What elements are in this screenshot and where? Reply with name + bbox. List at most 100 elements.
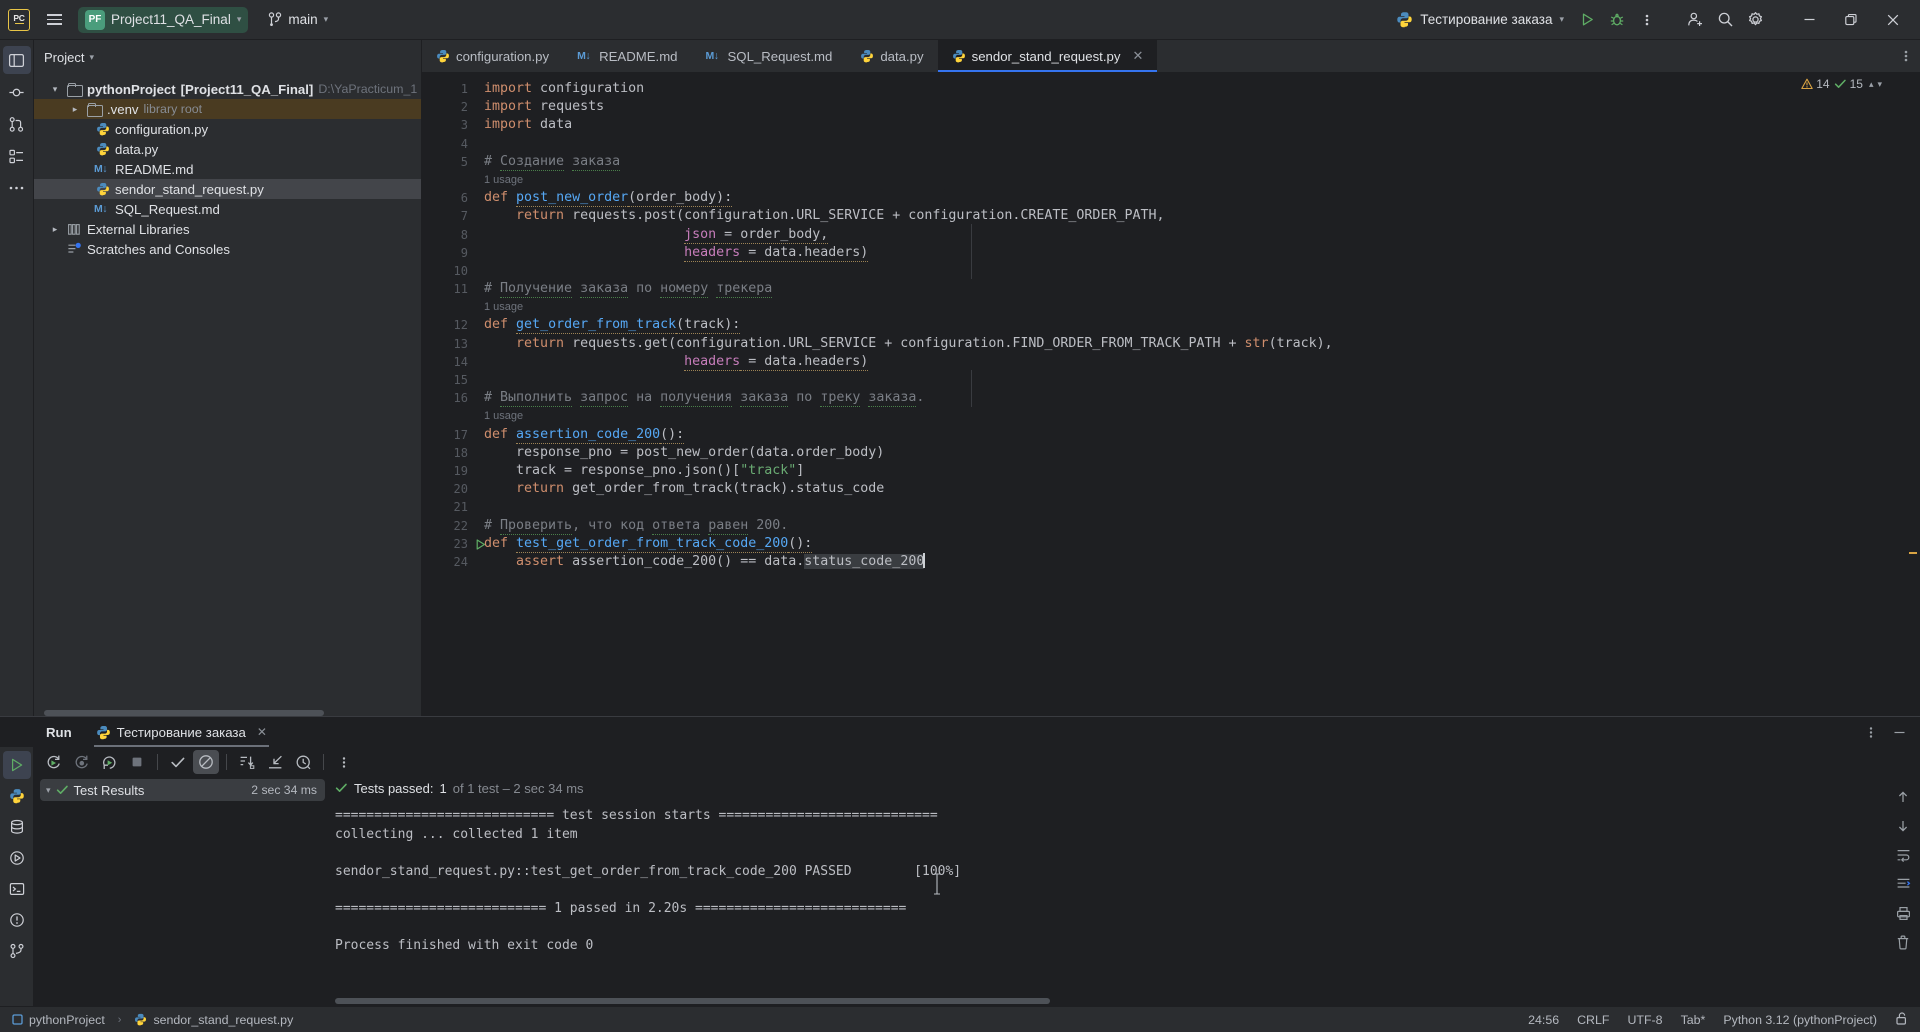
python-interpreter[interactable]: Python 3.12 (pythonProject) <box>1723 1013 1877 1027</box>
editor-tab-sendor-stand-request-py[interactable]: sendor_stand_request.py ✕ <box>937 40 1158 72</box>
git-branch-selector[interactable]: main ▾ <box>260 9 336 30</box>
toggle-auto-test-icon[interactable] <box>96 750 122 774</box>
line-separator[interactable]: CRLF <box>1577 1013 1609 1027</box>
chevron-down-icon[interactable]: ▾ <box>1877 79 1882 90</box>
debug-icon[interactable] <box>1602 5 1632 35</box>
print-icon[interactable] <box>1892 903 1914 923</box>
pull-requests-tool-icon[interactable] <box>3 110 31 138</box>
scroll-down-icon[interactable] <box>1892 816 1914 836</box>
status-bar: pythonProject › sendor_stand_request.py … <box>0 1006 1920 1032</box>
tree-node-data-py[interactable]: data.py <box>34 139 421 159</box>
search-icon[interactable] <box>1710 5 1740 35</box>
tree-node-sendor-stand-request-py[interactable]: sendor_stand_request.py <box>34 179 421 199</box>
tree-node-pythonproject[interactable]: ▾ pythonProject [Project11_QA_Final] D:\… <box>34 79 421 99</box>
structure-tool-icon[interactable] <box>3 142 31 170</box>
test-results-row[interactable]: ▾ Test Results 2 sec 34 ms <box>40 779 325 801</box>
project-panel-header[interactable]: Project ▾ <box>34 43 421 71</box>
usage-hint[interactable]: 1 usage <box>474 171 1904 189</box>
tree-node-configuration-py[interactable]: configuration.py <box>34 119 421 139</box>
tree-node-readme-md[interactable]: M↓ README.md <box>34 159 421 179</box>
tree-node-label: SQL_Request.md <box>115 201 220 217</box>
console-output-text[interactable]: ============================ test sessio… <box>331 799 1886 1006</box>
services-icon[interactable] <box>3 844 31 872</box>
close-icon[interactable]: ✕ <box>257 725 267 739</box>
project-tool-window: Project ▾ ▾ pythonProject [Project11_QA_… <box>34 40 422 716</box>
close-icon[interactable] <box>1872 5 1914 35</box>
chevron-right-icon[interactable]: ▸ <box>68 104 82 115</box>
tree-node-scratches-and-consoles[interactable]: Scratches and Consoles <box>34 239 421 259</box>
soft-wrap-icon[interactable] <box>1892 845 1914 865</box>
editor-marker-rail[interactable] <box>1904 72 1920 716</box>
tree-node-external-libraries[interactable]: ▸ External Libraries <box>34 219 421 239</box>
project-tool-icon[interactable] <box>2 46 31 74</box>
unlocked-icon[interactable] <box>1895 1011 1910 1029</box>
scroll-to-end-icon[interactable] <box>1892 874 1914 894</box>
inspection-warnings[interactable]: 14 <box>1801 77 1830 91</box>
rerun-icon[interactable] <box>40 750 66 774</box>
indent-setting[interactable]: Tab* <box>1681 1013 1706 1027</box>
expand-collapse-icon[interactable] <box>262 750 288 774</box>
gear-icon[interactable] <box>1740 5 1770 35</box>
sort-alphabetically-icon[interactable] <box>234 750 260 774</box>
git-branch-icon <box>269 12 282 26</box>
rerun-failed-icon[interactable] <box>68 750 94 774</box>
inspection-ok[interactable]: 15 <box>1834 77 1863 91</box>
run-tab-run[interactable]: Run <box>34 717 84 747</box>
editor-tab-configuration-py[interactable]: configuration.py <box>422 40 563 72</box>
chevron-down-icon[interactable]: ▾ <box>48 84 62 95</box>
more-tool-icon[interactable] <box>3 174 31 202</box>
caret-position[interactable]: 24:56 <box>1528 1013 1559 1027</box>
add-account-icon[interactable] <box>1680 5 1710 35</box>
database-icon[interactable] <box>3 813 31 841</box>
maximize-icon[interactable] <box>1830 5 1872 35</box>
history-icon[interactable] <box>290 750 316 774</box>
more-vertical-icon[interactable] <box>331 750 357 774</box>
editor-tab-data-py[interactable]: data.py <box>846 40 937 72</box>
commit-tool-icon[interactable] <box>3 78 31 106</box>
scroll-up-icon[interactable] <box>1892 787 1914 807</box>
run-tab-testing-order[interactable]: Тестирование заказа ✕ <box>84 717 279 747</box>
markdown-file-icon: M↓ <box>705 50 720 62</box>
editor-gutter[interactable]: 1 2 3 4 5 6 7 8 9 10 11 12 13 14 15 16 1… <box>422 72 485 716</box>
line-number: 17 <box>453 427 468 442</box>
problems-icon[interactable] <box>3 906 31 934</box>
editor-tab-sql-request-md[interactable]: M↓ SQL_Request.md <box>692 40 847 72</box>
project-tree-horizontal-scrollbar[interactable] <box>44 710 324 716</box>
minimize-icon[interactable] <box>1788 5 1830 35</box>
usage-hint[interactable]: 1 usage <box>474 407 1904 425</box>
inspections-widget[interactable]: 14 15 ▴ ▾ <box>1801 77 1882 91</box>
run-tool-icon[interactable] <box>2 751 31 779</box>
code-text-area[interactable]: import configuration import requests imp… <box>474 72 1904 716</box>
trash-icon[interactable] <box>1892 932 1914 952</box>
terminal-icon[interactable] <box>3 875 31 903</box>
tree-node-venv[interactable]: ▸ .venv library root <box>34 99 421 119</box>
chevron-right-icon[interactable]: ▸ <box>48 224 62 235</box>
code-editor[interactable]: 14 15 ▴ ▾ 1 2 3 4 5 6 7 8 9 10 11 12 13 … <box>422 72 1920 716</box>
editor-tab-options[interactable] <box>1892 40 1920 72</box>
run-panel-options[interactable] <box>1858 720 1884 744</box>
hamburger-menu-icon[interactable] <box>40 6 68 34</box>
project-selector[interactable]: PF Project11_QA_Final ▾ <box>78 6 249 33</box>
tree-node-sql-request-md[interactable]: M↓ SQL_Request.md <box>34 199 421 219</box>
breadcrumb[interactable]: pythonProject › sendor_stand_request.py <box>12 1013 293 1027</box>
show-ignored-icon[interactable] <box>193 750 219 774</box>
show-passed-icon[interactable] <box>165 750 191 774</box>
usage-hint[interactable]: 1 usage <box>474 298 1904 316</box>
run-icon[interactable] <box>1572 5 1602 35</box>
file-encoding[interactable]: UTF-8 <box>1627 1013 1662 1027</box>
code-line-11: # Получение заказа по номеру трекера <box>484 281 773 299</box>
run-configuration-selector[interactable]: Тестирование заказа ▾ <box>1388 8 1572 31</box>
run-panel-minimize[interactable] <box>1886 720 1912 744</box>
python-packages-icon[interactable] <box>3 782 31 810</box>
more-vertical-icon[interactable] <box>1632 5 1662 35</box>
editor-tab-readme-md[interactable]: M↓ README.md <box>563 40 691 72</box>
chevron-up-icon[interactable]: ▴ <box>1869 79 1874 90</box>
chevron-down-icon[interactable]: ▾ <box>46 785 51 796</box>
close-icon[interactable]: ✕ <box>1132 48 1143 64</box>
console-horizontal-scrollbar[interactable] <box>335 998 1050 1004</box>
stop-icon[interactable] <box>124 750 150 774</box>
version-control-icon[interactable] <box>3 937 31 965</box>
test-console[interactable]: Tests passed: 1 of 1 test – 2 sec 34 ms … <box>331 777 1886 1006</box>
editor-tab-label: data.py <box>880 48 924 64</box>
